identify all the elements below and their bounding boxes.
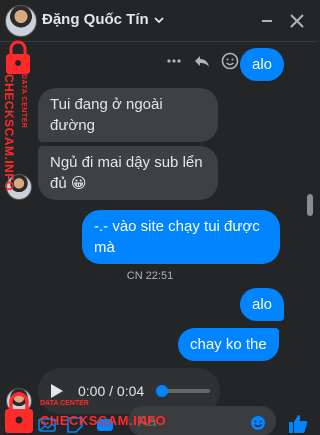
more-options-icon[interactable] — [165, 52, 183, 70]
chevron-down-icon — [154, 16, 164, 23]
chat-header: Đặng Quốc Tín — [0, 0, 317, 42]
contact-avatar[interactable] — [5, 5, 37, 37]
message-timestamp: CN 22:51 — [126, 270, 174, 282]
react-emoji-icon[interactable] — [221, 52, 239, 70]
scrollbar-thumb[interactable] — [307, 194, 313, 216]
watermark-top: CHECKSCAM.INFO DATA CENTER — [0, 40, 42, 191]
emoji-icon[interactable] — [250, 415, 266, 431]
contact-name: Đặng Quốc Tín — [42, 11, 149, 28]
message-outgoing[interactable]: chay ko the — [178, 328, 279, 361]
message-incoming[interactable]: Ngủ đi mai dậy sub lển đủ 😀 — [38, 146, 218, 200]
minimize-button[interactable] — [256, 10, 278, 32]
message-outgoing[interactable]: -.- vào site chạy tui được mà — [82, 210, 280, 264]
message-outgoing[interactable]: alo — [240, 48, 285, 81]
like-icon[interactable] — [287, 413, 309, 435]
message-incoming[interactable]: Tui đang ở ngoài đường — [38, 88, 218, 142]
lock-watermark-icon — [6, 40, 30, 74]
close-button[interactable] — [286, 10, 308, 32]
watermark-bottom: DATA CENTER CHECKSCAM.INFO — [0, 385, 200, 435]
watermark-brand: CHECKSCAM.INFO — [40, 413, 167, 428]
message-actions — [165, 52, 239, 70]
message-outgoing[interactable]: alo — [240, 288, 285, 321]
lock-watermark-icon — [5, 392, 33, 433]
watermark-brand: CHECKSCAM.INFO — [2, 74, 16, 191]
minimize-icon — [262, 20, 272, 22]
close-icon — [290, 14, 304, 28]
chat-window: Đặng Quốc Tín alo Tui đang ở ngoài đường… — [0, 0, 317, 435]
contact-name-button[interactable]: Đặng Quốc Tín — [42, 11, 165, 28]
watermark-caption: DATA CENTER — [20, 74, 27, 129]
watermark-caption: DATA CENTER — [40, 400, 89, 407]
reply-icon[interactable] — [193, 52, 211, 70]
